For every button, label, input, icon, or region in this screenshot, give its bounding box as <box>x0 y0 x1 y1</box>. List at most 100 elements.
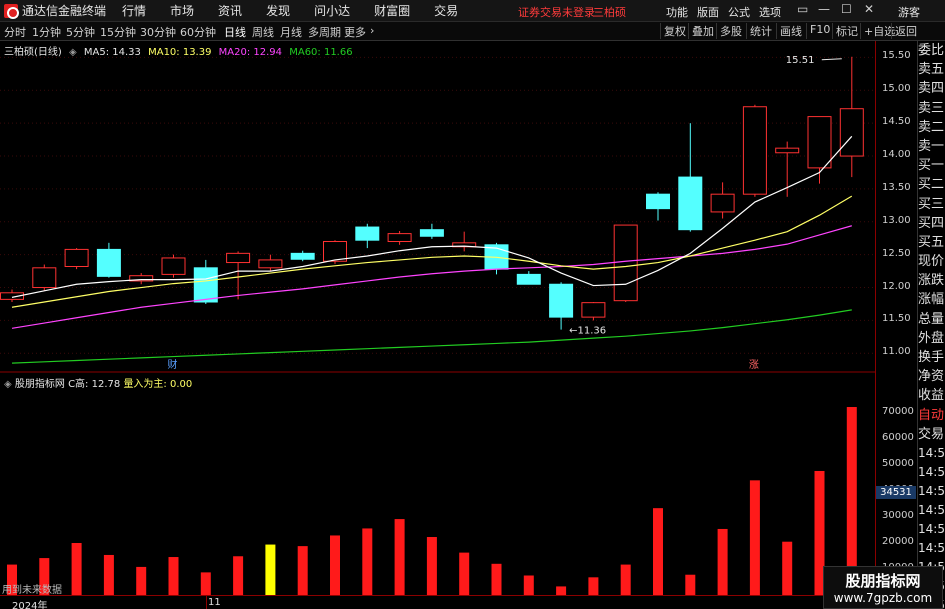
quote-field-label[interactable]: 买二 <box>918 175 945 194</box>
candle-body <box>581 302 606 318</box>
quote-field-label[interactable]: 涨跌 <box>918 271 945 290</box>
close-icon[interactable]: ✕ <box>864 2 874 16</box>
ma10-line <box>11 195 853 308</box>
quote-field-label[interactable]: 涨幅 <box>918 290 945 309</box>
quote-field-label[interactable]: 买四 <box>918 214 945 233</box>
indicator-settings-icon[interactable]: ◈ <box>4 379 12 390</box>
f10-button[interactable]: F10 <box>806 23 830 39</box>
watermark-title: 股朋指标网 <box>845 572 921 590</box>
function-button[interactable]: 功能 <box>666 4 688 20</box>
auto-refresh-toggle[interactable]: 自动 <box>918 406 945 425</box>
volume-bar <box>749 480 760 595</box>
price-tick-label: 12.50 <box>882 247 911 259</box>
quote-field-label[interactable]: 收益 <box>918 386 945 405</box>
candle-body <box>807 116 832 169</box>
quote-field-label[interactable]: 买五 <box>918 233 945 252</box>
options-button[interactable]: 选项 <box>759 4 781 20</box>
menu-trade[interactable]: 交易 <box>434 2 458 19</box>
tab-15min[interactable]: 15分钟 <box>100 24 136 40</box>
tab-daily[interactable]: 日线 <box>224 24 246 40</box>
tab-timeshare[interactable]: 分时 <box>4 24 26 40</box>
candle-body <box>613 224 638 302</box>
settings-diamond-icon[interactable]: ◈ <box>69 47 77 58</box>
volume-bar <box>200 572 211 595</box>
volume-bar <box>588 577 599 595</box>
candle-body <box>775 147 800 154</box>
price-tick-label: 15.50 <box>882 50 911 62</box>
quote-field-label[interactable]: 卖五 <box>918 60 945 79</box>
ma10-label: MA10: 13.39 <box>148 47 212 58</box>
maximize-icon[interactable]: ☐ <box>841 2 852 16</box>
indicator-legend: ◈ 股朋指标网 C高: 12.78 量入为主: 0.00 <box>4 375 192 390</box>
quote-field-label[interactable]: 总量 <box>918 310 945 329</box>
trade-time: 14:56 <box>918 540 945 555</box>
candle-body <box>161 257 186 275</box>
kline-chart[interactable]: 15.51 ←11.36 财 涨 三柏硕(日线) ◈ MA5: 14.33 MA10:… <box>0 41 875 373</box>
menu-news[interactable]: 资讯 <box>218 2 242 19</box>
quote-field-label[interactable]: 净资 <box>918 367 945 386</box>
menu-discover[interactable]: 发现 <box>266 2 290 19</box>
volume-bar <box>717 528 728 595</box>
layout-button[interactable]: 版面 <box>697 4 719 20</box>
add-watchlist-button[interactable]: +自选 <box>860 23 895 39</box>
overlay-button[interactable]: 叠加 <box>688 23 714 39</box>
candle-body <box>323 241 347 262</box>
month-label: 11 <box>208 597 221 608</box>
tab-5min[interactable]: 5分钟 <box>66 24 95 40</box>
quote-field-label[interactable]: 换手 <box>918 348 945 367</box>
quote-field-label[interactable]: 买三 <box>918 195 945 214</box>
candle-body <box>742 106 767 195</box>
menu-quotes[interactable]: 行情 <box>122 2 146 19</box>
volume-indicator-chart[interactable]: ◈ 股朋指标网 C高: 12.78 量入为主: 0.00 <box>0 373 875 595</box>
menu-bar: 通达信金融终端 行情 市场 资讯 发现 问小达 财富圈 交易 证券交易未登录 三… <box>0 0 945 22</box>
tab-30min[interactable]: 30分钟 <box>140 24 176 40</box>
chart-title: 三柏硕(日线) <box>4 47 62 58</box>
multi-stock-button[interactable]: 多股 <box>716 23 742 39</box>
menu-wealth-circle[interactable]: 财富圈 <box>374 2 410 19</box>
quote-side-panel: 委比 卖五 卖四 卖三 卖二 卖一 买一 买二 买三 买四 买五 现价 涨跌 涨幅 总量 外盘 换手 净资 收益 自动… <box>917 41 945 609</box>
tab-weekly[interactable]: 周线 <box>252 24 274 40</box>
quote-field-label[interactable]: 卖一 <box>918 137 945 156</box>
menu-market[interactable]: 市场 <box>170 2 194 19</box>
event-marker-limit-up: 涨 <box>749 359 759 371</box>
formula-button[interactable]: 公式 <box>728 4 750 20</box>
minimize-icon[interactable]: — <box>818 2 830 16</box>
chevron-right-icon[interactable]: › <box>370 24 374 37</box>
quote-field-label[interactable]: 委比 <box>918 41 945 60</box>
quote-field-label[interactable]: 外盘 <box>918 329 945 348</box>
high-price-marker: 15.51 <box>786 55 815 66</box>
volume-bar <box>620 564 631 595</box>
candle-body <box>32 267 57 289</box>
ma-legend: 三柏硕(日线) ◈ MA5: 14.33 MA10: 13.39 MA20: 1… <box>4 43 357 58</box>
candle-body <box>646 193 670 210</box>
quote-field-label[interactable]: 卖三 <box>918 99 945 118</box>
quote-field-label[interactable]: 买一 <box>918 156 945 175</box>
guest-account[interactable]: 游客 <box>898 4 920 20</box>
adjust-button[interactable]: 复权 <box>660 23 686 39</box>
quote-field-label[interactable]: 卖四 <box>918 79 945 98</box>
tab-more[interactable]: 更多 <box>344 24 366 40</box>
volume-bar <box>782 541 793 595</box>
trade-login-warning[interactable]: 证券交易未登录 <box>518 4 595 20</box>
draw-line-button[interactable]: 画线 <box>776 23 802 39</box>
trade-list-header[interactable]: 交易 <box>918 425 945 444</box>
price-tick-label: 15.00 <box>882 83 911 95</box>
mark-button[interactable]: 标记 <box>832 23 858 39</box>
tab-monthly[interactable]: 月线 <box>280 24 302 40</box>
tab-multi-period[interactable]: 多周期 <box>308 24 341 40</box>
menu-ask-xiaoda[interactable]: 问小达 <box>314 2 350 19</box>
window-restore-icon[interactable]: ▭ <box>797 2 808 16</box>
price-tick-label: 11.00 <box>882 346 911 358</box>
volume-tick-label: 70000 <box>882 406 914 417</box>
high-marker-arrow <box>821 58 842 61</box>
quote-field-label[interactable]: 卖二 <box>918 118 945 137</box>
candle-body <box>290 252 315 260</box>
quote-field-label[interactable]: 现价 <box>918 252 945 271</box>
indicator-c-high: C高: 12.78 <box>68 379 121 390</box>
back-button[interactable]: 返回 <box>891 23 917 39</box>
candle-body <box>355 226 380 241</box>
statistics-button[interactable]: 统计 <box>746 23 772 39</box>
tab-60min[interactable]: 60分钟 <box>180 24 216 40</box>
tab-1min[interactable]: 1分钟 <box>32 24 61 40</box>
trade-time: 14:56 <box>918 502 945 517</box>
